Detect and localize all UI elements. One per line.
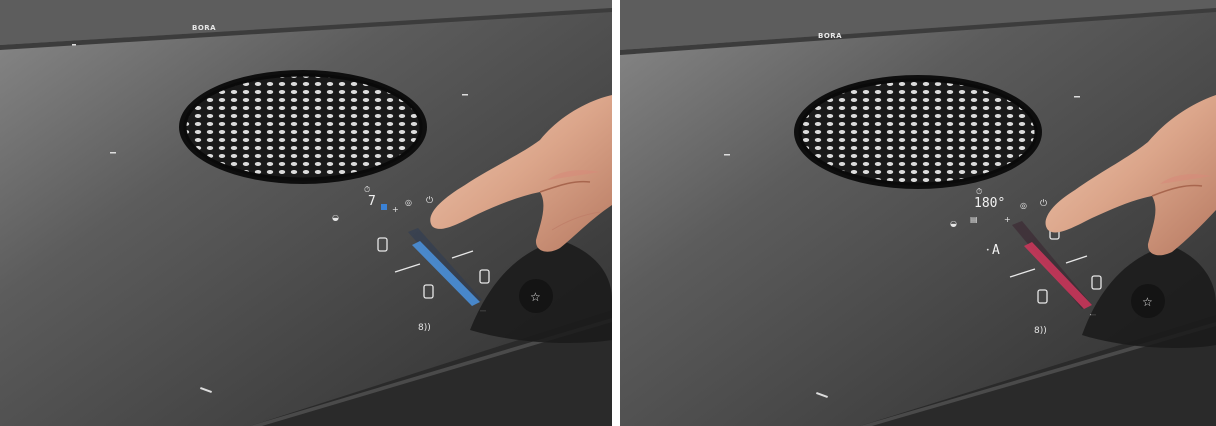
display-readout: 7 <box>368 194 376 209</box>
brand-logo: BORA <box>818 32 842 40</box>
cooktop-photo-left: BORA ⏱ 7 + ◎ ⏻ ◒ 8)) ☆ <box>0 0 612 426</box>
svg-text:+: + <box>1004 215 1011 224</box>
power-icon[interactable]: ⏻ <box>1040 198 1047 209</box>
svg-text:•: • <box>986 247 990 254</box>
grill-icon[interactable]: ▤ <box>970 215 978 224</box>
power-icon[interactable]: ⏻ <box>426 195 433 206</box>
keep-warm-icon[interactable]: ◎ <box>1020 201 1027 210</box>
star-icon[interactable]: ☆ <box>530 290 541 304</box>
cooktop-scene: BORA ⏱ 7 + ◎ ⏻ ◒ 8)) ☆ <box>0 0 612 426</box>
cooktop-photo-right: BORA ⏱ 180° ◎ ⏻ ◒ ▤ + • A 8)) ☆ <box>620 0 1216 426</box>
signal-icon[interactable]: 8)) <box>1034 326 1047 336</box>
pan-icon[interactable]: ◒ <box>950 219 957 228</box>
keep-warm-icon[interactable]: ◎ <box>405 198 412 207</box>
timer-icon[interactable]: ⏱ <box>976 187 982 196</box>
star-icon[interactable]: ☆ <box>1142 295 1153 309</box>
signal-icon[interactable]: 8)) <box>418 323 431 333</box>
display-readout: 180° <box>974 196 1005 211</box>
timer-icon[interactable]: ⏱ <box>364 185 370 194</box>
brand-logo: BORA <box>192 24 216 32</box>
mode-icon[interactable] <box>381 204 387 210</box>
svg-text:+: + <box>392 205 399 214</box>
pan-icon[interactable]: ◒ <box>332 213 339 222</box>
mode-letter: A <box>992 243 1000 258</box>
cooktop-scene: BORA ⏱ 180° ◎ ⏻ ◒ ▤ + • A 8)) ☆ <box>620 0 1216 426</box>
